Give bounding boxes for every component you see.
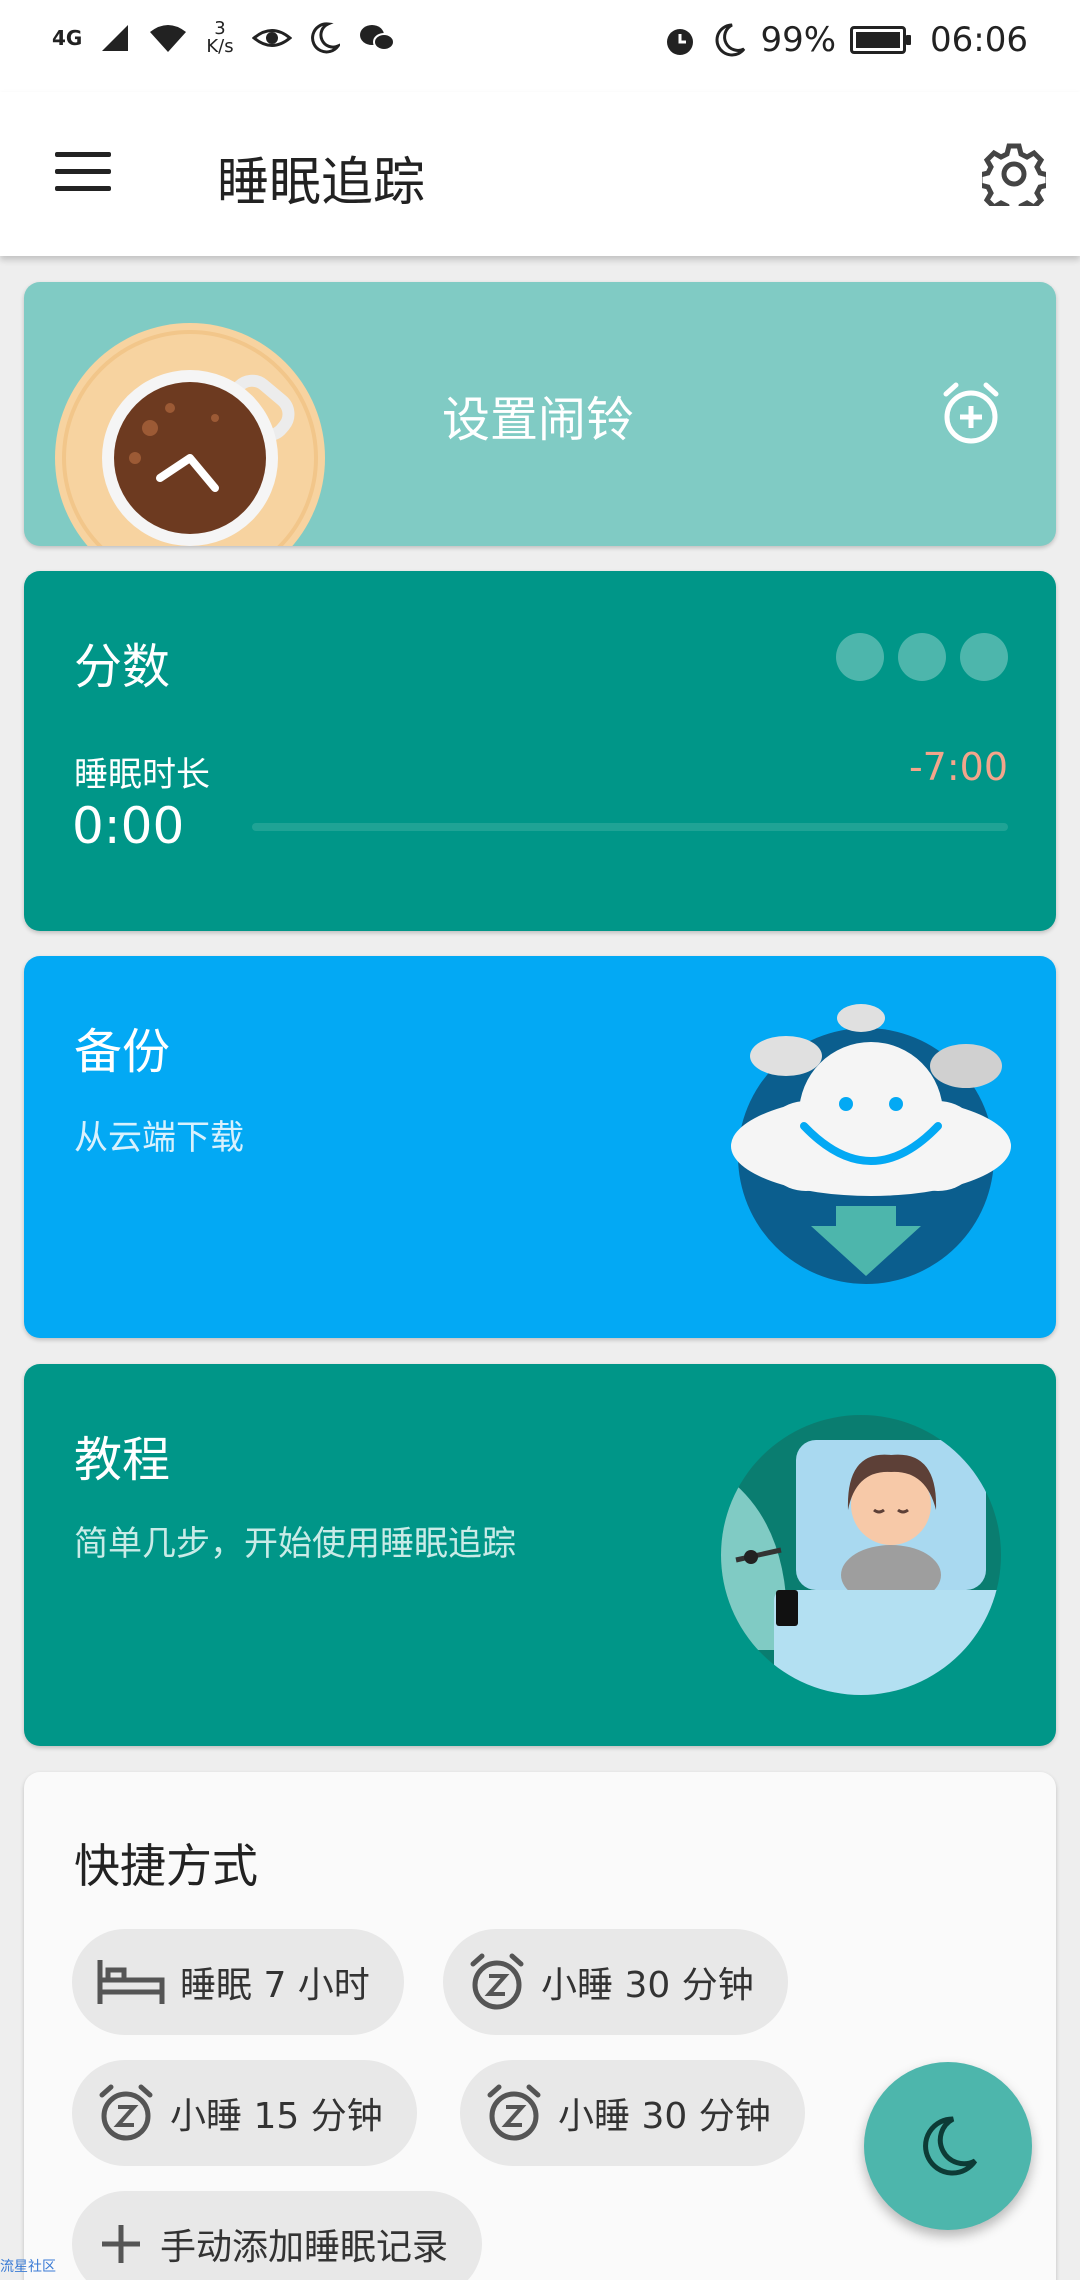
watermark: 流星社区	[0, 2259, 56, 2275]
sleep-duration-value: 0:00	[72, 797, 185, 855]
page-title: 睡眠追踪	[217, 154, 426, 212]
tutorial-card[interactable]: 教程 简单几步，开始使用睡眠追踪	[24, 1364, 1056, 1746]
battery-icon	[850, 26, 912, 54]
set-alarm-card[interactable]: 设置闹铃	[24, 282, 1056, 546]
sleep-duration-difference: -7:00	[908, 745, 1008, 789]
status-bar: 4G 3 K/s 99% 06:06	[0, 0, 1080, 92]
backup-card[interactable]: 备份 从云端下载	[24, 956, 1056, 1338]
status-bar-right: 99% 06:06	[662, 20, 1028, 60]
status-bar-left: 4G 3 K/s	[52, 20, 396, 56]
shortcut-label: 小睡 15 分钟	[170, 2096, 383, 2137]
snooze-icon	[487, 2084, 541, 2141]
wifi-icon	[150, 25, 187, 52]
cloud-download-illustration	[731, 1004, 1011, 1284]
network-type: 4G	[52, 26, 83, 50]
hamburger-menu-icon[interactable]	[55, 152, 111, 192]
score-dot	[898, 633, 946, 681]
tutorial-title: 教程	[74, 1432, 171, 1488]
sleep-duration-label: 睡眠时长	[74, 755, 210, 795]
clock-time: 06:06	[930, 20, 1028, 60]
snooze-icon	[99, 2084, 153, 2141]
snooze-icon	[470, 1953, 524, 2010]
speed-unit: K/s	[206, 36, 234, 57]
score-title: 分数	[74, 639, 171, 695]
score-dot	[836, 633, 884, 681]
score-card[interactable]: 分数 睡眠时长 0:00 -7:00	[24, 571, 1056, 931]
set-alarm-label: 设置闹铃	[442, 392, 635, 448]
backup-title: 备份	[74, 1024, 171, 1080]
shortcut-label: 小睡 30 分钟	[541, 1965, 754, 2006]
tutorial-subtitle: 简单几步，开始使用睡眠追踪	[74, 1524, 516, 1564]
shortcut-nap-30min-2[interactable]: 小睡 30 分钟	[460, 2060, 805, 2166]
score-dot	[960, 633, 1008, 681]
shortcut-nap-15min[interactable]: 小睡 15 分钟	[72, 2060, 417, 2166]
sleep-fab-button[interactable]	[864, 2062, 1032, 2230]
moon-status-icon-right	[715, 23, 746, 57]
add-sleep-record-button[interactable]: 手动添加睡眠记录	[72, 2191, 483, 2280]
shortcut-label: 手动添加睡眠记录	[160, 2227, 449, 2268]
alarm-status-icon	[667, 29, 694, 55]
network-speed: 3 K/s	[206, 20, 233, 56]
shortcut-label: 睡眠 7 小时	[180, 1965, 370, 2006]
signal-icon	[102, 25, 129, 51]
shortcut-label: 小睡 30 分钟	[558, 2096, 771, 2137]
battery-percent: 99%	[760, 20, 837, 60]
moon-status-icon	[310, 22, 340, 54]
wechat-icon	[359, 25, 395, 51]
gear-icon[interactable]	[982, 142, 1046, 206]
score-dots	[836, 633, 1008, 681]
sleep-duration-progress-bar	[252, 823, 1008, 831]
shortcut-sleep-7h[interactable]: 睡眠 7 小时	[72, 1929, 404, 2035]
sleeping-person-illustration	[721, 1415, 1001, 1695]
shortcut-nap-30min[interactable]: 小睡 30 分钟	[443, 1929, 788, 2035]
alarm-add-icon[interactable]	[938, 380, 1004, 446]
backup-subtitle: 从云端下载	[74, 1118, 244, 1158]
plus-icon	[102, 2225, 140, 2263]
bed-icon	[97, 1960, 165, 2004]
eye-icon	[251, 29, 292, 47]
app-bar: 睡眠追踪	[0, 92, 1080, 256]
moon-icon	[923, 2116, 978, 2176]
shortcuts-title: 快捷方式	[74, 1839, 258, 1893]
coffee-clock-illustration	[55, 323, 325, 546]
